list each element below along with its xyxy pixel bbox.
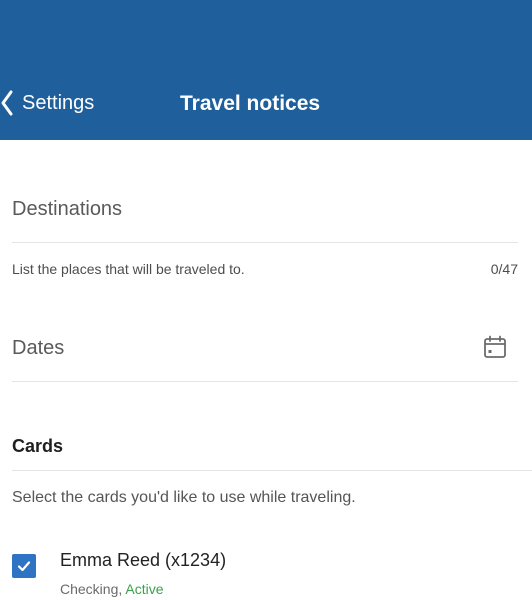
top-app-bar: Settings Travel notices: [0, 0, 532, 140]
back-button[interactable]: Settings: [0, 86, 94, 120]
cards-divider: [12, 470, 532, 471]
card-option[interactable]: Emma Reed (x1234) Checking, Active: [12, 550, 518, 600]
checkmark-icon: [17, 561, 31, 572]
card-status-badge: Active: [125, 581, 164, 597]
cards-section-title: Cards: [12, 436, 64, 456]
travel-notices-page: Settings Travel notices Destinations Lis…: [0, 0, 532, 600]
card-meta: Checking, Active: [60, 581, 164, 597]
destinations-helper-text: List the places that will be traveled to…: [12, 261, 245, 277]
dates-field[interactable]: Dates: [12, 337, 64, 360]
page-title: Travel notices: [180, 92, 321, 115]
destinations-underline: [12, 242, 518, 243]
calendar-icon[interactable]: [482, 334, 508, 360]
chevron-left-icon: [0, 86, 20, 120]
dates-underline: [12, 381, 518, 382]
destinations-input[interactable]: Destinations: [12, 198, 122, 221]
cards-instruction-text: Select the cards you'd like to use while…: [12, 489, 356, 506]
card-name: Emma Reed (x1234): [60, 550, 227, 570]
back-label: Settings: [22, 91, 95, 114]
card-checkbox[interactable]: [12, 554, 36, 578]
card-account-type: Checking: [60, 581, 119, 597]
destinations-char-counter: 0/47: [490, 261, 518, 277]
